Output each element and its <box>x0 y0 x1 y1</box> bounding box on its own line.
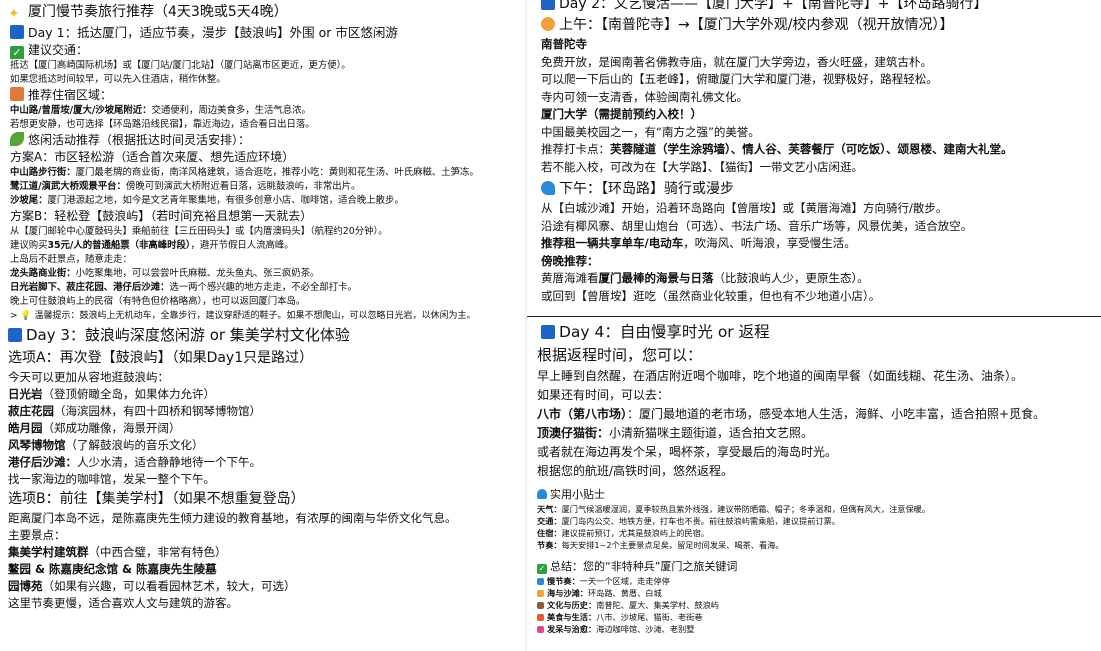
temple-head: 南普陀寺 <box>541 37 587 51</box>
university-line: 若不能入校，可改为在【大学路】、【猫街】一带文艺小店闲逛。 <box>541 159 863 174</box>
calendar-icon <box>541 0 555 10</box>
stay-line: 中山路/曾厝垵/厦大/沙坡尾附近：交通便利，周边美食多，生活气息浓。 <box>10 105 311 116</box>
university-line: 中国最美校园之一，有“南方之强”的美誉。 <box>541 124 760 139</box>
temple-line: 可以爬一下后山的【五老峰】，俯瞰厦门大学和厦门港，视野极好，路程轻松。 <box>541 72 938 86</box>
plan-b-item: 龙头路商业街：小吃聚集地，可以尝尝叶氏麻糍、龙头鱼丸、张三疯奶茶。 <box>10 268 320 279</box>
morning-head: 上午：【南普陀寺】→【厦门大学外观/校内参观（视开放情况）】 <box>541 14 1101 36</box>
day4-line: 早上睡到自然醒，在酒店附近喝个咖啡，吃个地道的闽南早餐（如面线糊、花生汤、油条）… <box>537 369 1024 383</box>
option-b-item: 集美学村建筑群（中西合璧，非常有特色） <box>8 545 227 559</box>
day4-title: Day 4：自由慢享时光 or 返程 <box>541 320 1101 344</box>
day4-line: 根据您的航班/高铁时间，悠然返程。 <box>537 464 734 478</box>
beach-icon <box>537 590 544 597</box>
tip-line: > 💡 温馨提示：鼓浪屿上无机动车，全靠步行，建议穿舒适的鞋子。如果不想爬山，可… <box>10 311 476 321</box>
wave-icon <box>541 181 555 195</box>
summary-line: 慢节奏：一天一个区域，走走停停 <box>537 575 1101 587</box>
option-a-intro: 今天可以更加从容地逛鼓浪屿： <box>8 370 169 384</box>
option-b-item: 鳌园 & 陈嘉庚纪念馆 & 陈嘉庚先生陵墓 <box>8 562 217 576</box>
option-a-item: 菽庄花园（海滨园林，有四十四桥和钢琴博物馆） <box>8 404 261 418</box>
left-panel: ✦ 厦门慢节奏旅行推荐（4天3晚或5天4晚） Day 1：抵达厦门，适应节奏，漫步… <box>0 0 527 651</box>
plan-b-item: 建议购买35元/人的普通船票（非高峰时段），避开节假日人流高峰。 <box>10 240 294 251</box>
day2-title: Day 2：文艺慢活——【厦门大学】+【南普陀寺】+【环岛路骑行】 <box>541 0 1101 14</box>
plan-b-item: 上岛后不赶景点，随意走走： <box>10 254 132 265</box>
day4-line: 或者就在海边再发个呆，喝杯茶，享受最后的海岛时光。 <box>537 445 838 459</box>
transport-line: 如果您抵达时间较早，可以先入住酒店，稍作休整。 <box>10 74 226 85</box>
option-b-item: 这里节奏更慢，适合喜欢人文与建筑的游客。 <box>8 596 238 610</box>
check-icon: ✓ <box>10 46 24 59</box>
university-head: 厦门大学（需提前预约入校！） <box>541 107 702 121</box>
tip-line: 天气：厦门气候温暖湿润，夏季较热且紫外线强，建议带防晒霜、帽子；冬季温和，但偶有… <box>537 504 931 514</box>
plan-b-item: 晚上可住鼓浪屿上的民宿（有特色但价格略高），也可以返回厦门本岛。 <box>10 296 306 307</box>
day2-section: Day 2：文艺慢活——【厦门大学】+【南普陀寺】+【环岛路骑行】 上午：【南普… <box>527 0 1101 316</box>
option-a-item: 港仔后沙滩：人少水清，适合静静地待一个下午。 <box>8 455 261 469</box>
afternoon-line: 沿途有椰风寨、胡里山炮台（可选）、书法广场、音乐广场等，风景优美，适合放空。 <box>541 218 973 233</box>
calendar-icon <box>10 25 24 39</box>
leaf-icon <box>10 132 24 146</box>
evening-line: 黄厝海滩看厦门最棒的海景与日落（比鼓浪屿人少，更原生态）。 <box>541 271 869 285</box>
activity-head: 悠闲活动推荐（根据抵达时间灵活安排）： <box>10 132 527 149</box>
food-icon <box>537 614 544 621</box>
afternoon-line: 推荐租一辆共享单车/电动车，吹海风、听海浪，享受慢生活。 <box>541 236 856 250</box>
day1-title: Day 1：抵达厦门，适应节奏，漫步【鼓浪屿】外围 or 市区悠闲游 <box>10 24 527 42</box>
option-b-subhead: 主要景点： <box>8 528 66 542</box>
transport-line: 抵达【厦门高崎国际机场】或【厦门站/厦门北站】（厦门站离市区更近，更方便）。 <box>10 60 351 71</box>
option-b-head: 选项B：前往【集美学村】（如果不想重复登岛） <box>8 491 305 507</box>
plan-a-item: 中山路步行街：厦门最老牌的商业街，南洋风格建筑，适合逛吃，推荐小吃：黄则和花生汤… <box>10 167 479 178</box>
wave-icon <box>537 578 544 585</box>
plan-a-item: 沙坡尾：厦门港源起之地，如今是文艺青年聚集地，有很多创意小店、咖啡馆，适合晚上散… <box>10 195 404 206</box>
option-a-item: 日光岩（登顶俯瞰全岛，如果体力允许） <box>8 387 215 401</box>
plan-a-item: 鹭江道/演武大桥观景平台：傍晚可到演武大桥附近看日落，远眺鼓浪屿，非常出片。 <box>10 181 361 192</box>
option-a-head: 选项A：再次登【鼓浪屿】（如果Day1只是路过） <box>8 350 314 366</box>
temple-line: 寺内可领一支清香，体验闽南礼佛文化。 <box>541 89 748 104</box>
stay-head: 推荐住宿区域： <box>10 87 527 104</box>
summary-line: 文化与历史：南普陀、厦大、集美学村、鼓浪屿 <box>537 599 1101 611</box>
bulb-icon <box>537 489 547 499</box>
summary-line: 海与沙滩：环岛路、黄厝、白城 <box>537 587 1101 599</box>
day4-section: Day 4：自由慢享时光 or 返程 根据返程时间，您可以： 早上睡到自然醒，在… <box>527 316 1101 651</box>
temple-icon <box>537 602 544 609</box>
sun-icon <box>541 17 555 31</box>
day3-title: Day 3：鼓浪屿深度悠闲游 or 集美学村文化体验 <box>8 323 527 347</box>
temple-line: 免费开放，是闽南著名佛教寺庙，就在厦门大学旁边，香火旺盛，建筑古朴。 <box>541 54 932 69</box>
calendar-icon <box>541 325 555 339</box>
sparkle-icon: ✦ <box>8 6 20 22</box>
day4-line: 顶澳仔猫街：小清新猫咪主题街道，适合拍文艺照。 <box>537 426 814 440</box>
tip-line: 交通：厦门岛内公交、地铁方便，打车也不贵。前往鼓浪屿需乘船，建议提前订票。 <box>537 516 840 526</box>
house-icon <box>10 87 24 101</box>
option-a-item: 皓月园（郑成功雕像，海景开阔） <box>8 421 181 435</box>
option-b-intro: 距离厦门本岛不远，是陈嘉庚先生倾力建设的教育基地，有浓厚的闽南与华侨文化气息。 <box>8 511 457 525</box>
plan-b-item: 日光岩脚下、菽庄花园、港仔后沙滩：选一两个感兴趣的地方走走，不必全部打卡。 <box>10 282 357 293</box>
afternoon-line: 从【白城沙滩】开始，沿着环岛路向【曾厝垵】或【黄厝海滩】方向骑行/散步。 <box>541 201 948 215</box>
plan-a-head: 方案A：市区轻松游（适合首次来厦、想先适应环境） <box>10 150 295 164</box>
plan-b-item: 从【厦门邮轮中心厦鼓码头】乘船前往【三丘田码头】或【内厝澳码头】（航程约20分钟… <box>10 226 388 237</box>
stay-line: 若想更安静，也可选择【环岛路沿线民宿】，靠近海边，适合看日出日落。 <box>10 119 315 130</box>
summary-line: 发呆与治愈：海边咖啡馆、沙滩、老别墅 <box>537 623 1101 635</box>
doc-title: ✦ 厦门慢节奏旅行推荐（4天3晚或5天4晚） <box>8 4 288 22</box>
day4-line: 如果还有时间，可以去： <box>537 388 670 402</box>
right-panel: Day 2：文艺慢活——【厦门大学】+【南普陀寺】+【环岛路骑行】 上午：【南普… <box>527 0 1101 651</box>
option-a-item: 找一家海边的咖啡馆，发呆一整个下午。 <box>8 472 215 486</box>
evening-line: 或回到【曾厝垵】逛吃（虽然商业化较重，但也有不少地道小店）。 <box>541 288 881 303</box>
flower-icon <box>537 626 544 633</box>
tip-line: 住宿：建议提前预订，尤其是鼓浪屿上的民宿。 <box>537 528 709 538</box>
calendar-icon <box>8 328 22 342</box>
university-line: 推荐打卡点：芙蓉隧道（学生涂鸦墙）、情人谷、芙蓉餐厅（可吃饭）、颂恩楼、建南大礼… <box>541 142 1013 156</box>
day4-line: 八市（第八市场）：厦门最地道的老市场，感受本地人生活，海鲜、小吃丰富，适合拍照+… <box>537 407 1046 421</box>
afternoon-head: 下午：【环岛路】骑行或漫步 <box>541 178 1101 200</box>
option-a-item: 风琴博物馆（了解鼓浪屿的音乐文化） <box>8 438 204 452</box>
check-icon: ✓ <box>537 564 547 574</box>
summary-line: 美食与生活：八市、沙坡尾、猫街、老街巷 <box>537 611 1101 623</box>
option-b-item: 园博苑（如果有兴趣，可以看看园林艺术，较大，可选） <box>8 579 296 593</box>
summary-head: ✓ 总结：您的“非特种兵”厦门之旅关键词 <box>537 560 738 574</box>
tips-head: 实用小贴士 <box>537 487 1101 503</box>
plan-b-head: 方案B：轻松登【鼓浪屿】（若时间充裕且想第一天就去） <box>10 209 313 223</box>
tip-line: 节奏：每天安排1~2个主要景点足矣，留足时间发呆、喝茶、看海。 <box>537 540 784 550</box>
evening-head: 傍晚推荐： <box>541 253 599 268</box>
transport-head: ✓ 建议交通： <box>10 42 527 59</box>
day4-intro: 根据返程时间，您可以： <box>537 346 703 364</box>
